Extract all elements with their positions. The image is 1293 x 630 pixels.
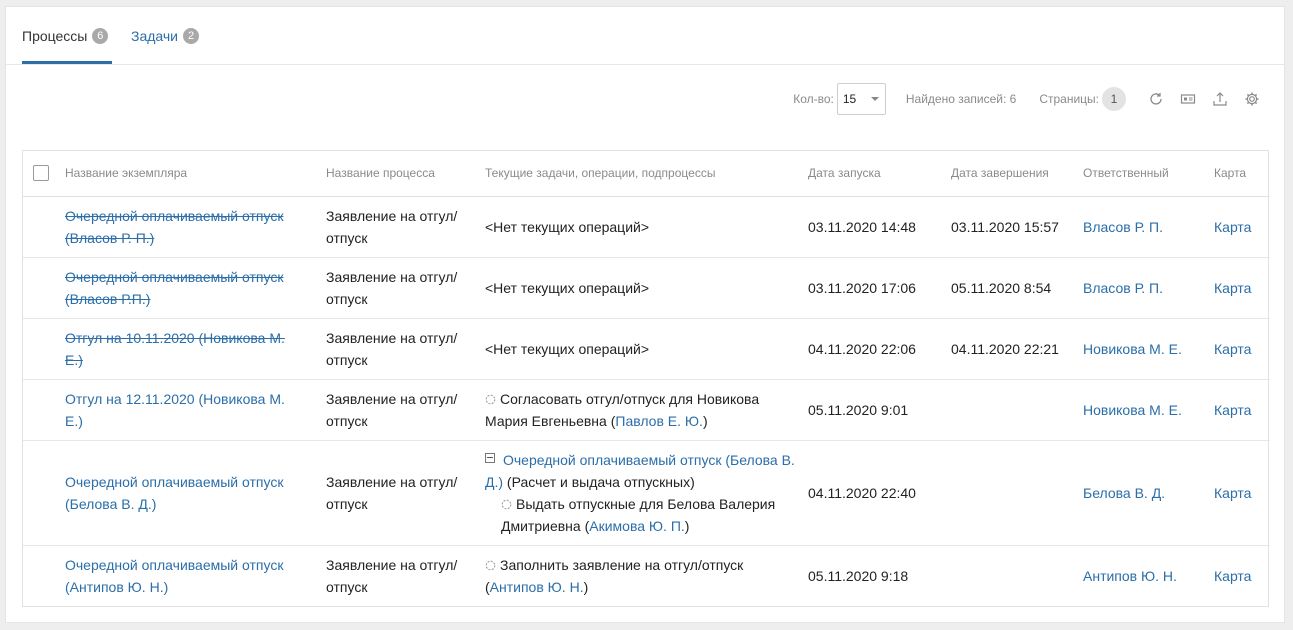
refresh-icon[interactable] [1148, 91, 1164, 107]
tab-bar: Процессы 6 Задачи 2 [6, 7, 1284, 65]
header-end[interactable]: Дата завершения [951, 151, 1083, 197]
start-date: 03.11.2020 17:06 [808, 279, 916, 296]
instance-link[interactable]: Очередной оплачиваемый отпуск (Антипов Ю… [65, 557, 283, 595]
map-link[interactable]: Карта [1214, 341, 1251, 357]
map-link[interactable]: Карта [1214, 219, 1251, 235]
header-process[interactable]: Название процесса [326, 151, 485, 197]
tab-tasks-label: Задачи [131, 27, 179, 44]
responsible-link[interactable]: Антипов Ю. Н. [1083, 568, 1177, 584]
collapse-icon[interactable] [485, 452, 495, 463]
process-name: Заявление на отгул/отпуск [326, 207, 458, 246]
found-records: Найдено записей: 6 [905, 92, 1017, 106]
end-date: 04.11.2020 22:21 [951, 340, 1059, 357]
instance-link[interactable]: Отгул на 10.11.2020 (Новикова М. Е.) [65, 330, 285, 368]
header-instance[interactable]: Название экземпляра [65, 151, 326, 197]
header-tasks[interactable]: Текущие задачи, операции, подпроцессы [485, 151, 808, 197]
settings-icon[interactable] [1244, 91, 1260, 107]
row-select-cell [23, 318, 65, 380]
task-in-progress-icon [485, 555, 496, 571]
processes-panel: Процессы 6 Задачи 2 Кол-во: 15 Найдено з… [5, 6, 1285, 623]
header-map[interactable]: Карта [1214, 151, 1270, 197]
process-name: Заявление на отгул/отпуск [326, 268, 458, 307]
row-select-cell [23, 545, 65, 606]
processes-table: Название экземпляра Название процесса Те… [22, 150, 1270, 607]
header-responsible[interactable]: Ответственный [1083, 151, 1214, 197]
current-task: <Нет текущих операций> [485, 340, 650, 357]
start-date: 05.11.2020 9:18 [808, 567, 909, 584]
count-value: 15 [842, 92, 857, 106]
current-task: <Нет текущих операций> [485, 218, 650, 235]
row-select-cell [23, 196, 65, 258]
row-select-cell [23, 257, 65, 319]
tab-processes-label: Процессы [22, 27, 88, 44]
chevron-down-icon [870, 97, 879, 101]
tab-processes[interactable]: Процессы 6 [22, 7, 112, 64]
map-link[interactable]: Карта [1214, 485, 1251, 501]
subprocess-block: Очередной оплачиваемый отпуск (Белова В.… [485, 449, 798, 493]
start-date: 03.11.2020 14:48 [808, 218, 916, 235]
responsible-link[interactable]: Белова В. Д. [1083, 485, 1165, 501]
card-view-icon[interactable] [1180, 91, 1196, 107]
process-name: Заявление на отгул/отпуск [326, 556, 458, 595]
task-close-paren: ) [702, 412, 708, 429]
start-date: 05.11.2020 9:01 [808, 401, 909, 418]
row-select-cell [23, 440, 65, 546]
count-select[interactable]: 15 [836, 83, 886, 115]
instance-link[interactable]: Очередной оплачиваемый отпуск (Белова В.… [65, 474, 283, 512]
start-date: 04.11.2020 22:06 [808, 340, 916, 357]
row-select-cell [23, 379, 65, 441]
current-task: <Нет текущих операций> [485, 279, 650, 296]
table-row[interactable]: Очередной оплачиваемый отпуск (Власов Р.… [23, 257, 1270, 319]
task-in-progress-icon [485, 389, 496, 404]
task-assignee-link[interactable]: Антипов Ю. Н. [490, 579, 584, 595]
process-name: Заявление на отгул/отпуск [326, 329, 458, 368]
task-in-progress-icon [501, 494, 512, 509]
header-select-cell [23, 151, 65, 197]
responsible-link[interactable]: Власов Р. П. [1083, 219, 1163, 235]
subprocess-text: (Расчет и выдача отпускных) [503, 473, 695, 490]
table-header-row: Название экземпляра Название процесса Те… [23, 151, 1270, 197]
end-date: 05.11.2020 8:54 [951, 279, 1052, 296]
table-row[interactable]: Очередной оплачиваемый отпуск (Антипов Ю… [23, 545, 1270, 606]
table-row[interactable]: Очередной оплачиваемый отпуск (Власов Р.… [23, 196, 1270, 258]
page-button-1[interactable]: 1 [1102, 87, 1126, 111]
header-start[interactable]: Дата запуска [808, 151, 951, 197]
task-assignee-link[interactable]: Акимова Ю. П. [589, 518, 685, 534]
instance-link[interactable]: Очередной оплачиваемый отпуск (Власов Р.… [65, 208, 283, 246]
task-assignee-link[interactable]: Павлов Е. Ю. [615, 413, 703, 429]
end-date: 03.11.2020 15:57 [951, 218, 1059, 235]
export-icon[interactable] [1212, 91, 1228, 107]
tab-tasks-count: 2 [183, 27, 200, 44]
table-row[interactable]: Отгул на 10.11.2020 (Новикова М. Е.) Зая… [23, 318, 1270, 380]
map-link[interactable]: Карта [1214, 280, 1251, 296]
tab-processes-count: 6 [92, 27, 109, 44]
process-name: Заявление на отгул/отпуск [326, 473, 458, 512]
process-name: Заявление на отгул/отпуск [326, 390, 458, 429]
count-label: Кол-во: [793, 92, 834, 106]
task-close-paren: ) [684, 517, 690, 534]
table-toolbar: Кол-во: 15 Найдено записей: 6 Страницы: … [793, 83, 1260, 115]
instance-link[interactable]: Очередной оплачиваемый отпуск (Власов Р.… [65, 269, 283, 307]
select-all-checkbox[interactable] [33, 165, 49, 182]
task-close-paren: ) [583, 578, 589, 595]
map-link[interactable]: Карта [1214, 568, 1251, 584]
table-row[interactable]: Очередной оплачиваемый отпуск (Белова В.… [23, 440, 1270, 546]
start-date: 04.11.2020 22:40 [808, 484, 916, 501]
subprocess-task: Выдать отпускные для Белова Валерия Дмит… [485, 493, 798, 537]
pages-label: Страницы: [1039, 92, 1099, 106]
map-link[interactable]: Карта [1214, 402, 1251, 418]
instance-link[interactable]: Отгул на 12.11.2020 (Новикова М. Е.) [65, 391, 285, 429]
responsible-link[interactable]: Новикова М. Е. [1083, 341, 1182, 357]
table-row[interactable]: Отгул на 12.11.2020 (Новикова М. Е.) Зая… [23, 379, 1270, 441]
responsible-link[interactable]: Власов Р. П. [1083, 280, 1163, 296]
responsible-link[interactable]: Новикова М. Е. [1083, 402, 1182, 418]
tab-tasks[interactable]: Задачи 2 [131, 7, 200, 64]
